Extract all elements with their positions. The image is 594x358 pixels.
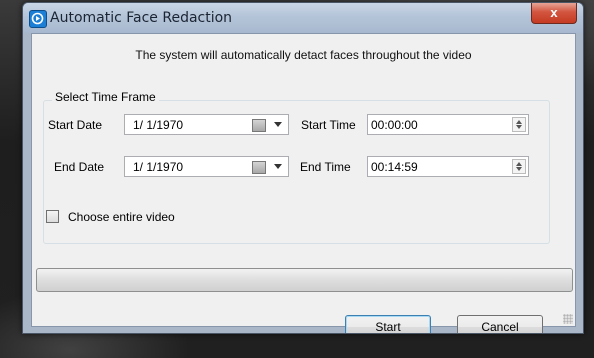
entire-video-label[interactable]: Choose entire video <box>68 210 175 224</box>
spin-up-icon[interactable] <box>516 162 522 166</box>
chevron-down-icon[interactable] <box>274 122 282 127</box>
cancel-button[interactable]: Cancel <box>457 315 543 333</box>
entire-video-checkbox[interactable] <box>46 210 59 223</box>
calendar-icon[interactable] <box>252 119 266 132</box>
end-time-input[interactable]: 00:14:59 <box>367 156 529 177</box>
end-time-value: 00:14:59 <box>371 160 418 174</box>
start-time-input[interactable]: 00:00:00 <box>367 114 529 135</box>
end-date-label: End Date <box>54 160 105 174</box>
dialog-body: The system will automatically detact fac… <box>31 33 576 333</box>
spin-down-icon[interactable] <box>516 125 522 129</box>
group-title: Select Time Frame <box>52 90 159 104</box>
dialog-window: Automatic Face Redaction x The system wi… <box>22 2 584 334</box>
spin-up-icon[interactable] <box>516 120 522 124</box>
spin-down-icon[interactable] <box>516 167 522 171</box>
chevron-down-icon[interactable] <box>274 164 282 169</box>
start-date-picker[interactable]: 1/ 1/1970 <box>124 114 289 135</box>
start-date-value: 1/ 1/1970 <box>133 118 184 132</box>
spinner-arrows-icon[interactable] <box>512 117 526 132</box>
spinner-arrows-icon[interactable] <box>512 159 526 174</box>
end-date-picker[interactable]: 1/ 1/1970 <box>124 156 289 177</box>
start-date-label: Start Date <box>48 118 103 132</box>
window-title: Automatic Face Redaction <box>50 10 233 26</box>
end-time-label: End Time <box>300 160 351 174</box>
calendar-icon[interactable] <box>252 161 266 174</box>
play-circle-icon <box>29 10 47 28</box>
end-date-value: 1/ 1/1970 <box>133 160 184 174</box>
start-time-value: 00:00:00 <box>371 118 418 132</box>
title-bar[interactable]: Automatic Face Redaction x <box>23 3 583 33</box>
resize-grip[interactable] <box>563 314 573 324</box>
start-button[interactable]: Start <box>345 315 431 333</box>
close-button[interactable]: x <box>531 3 577 24</box>
progress-bar <box>36 268 573 292</box>
description-text: The system will automatically detact fac… <box>135 48 472 62</box>
start-time-label: Start Time <box>301 118 356 132</box>
